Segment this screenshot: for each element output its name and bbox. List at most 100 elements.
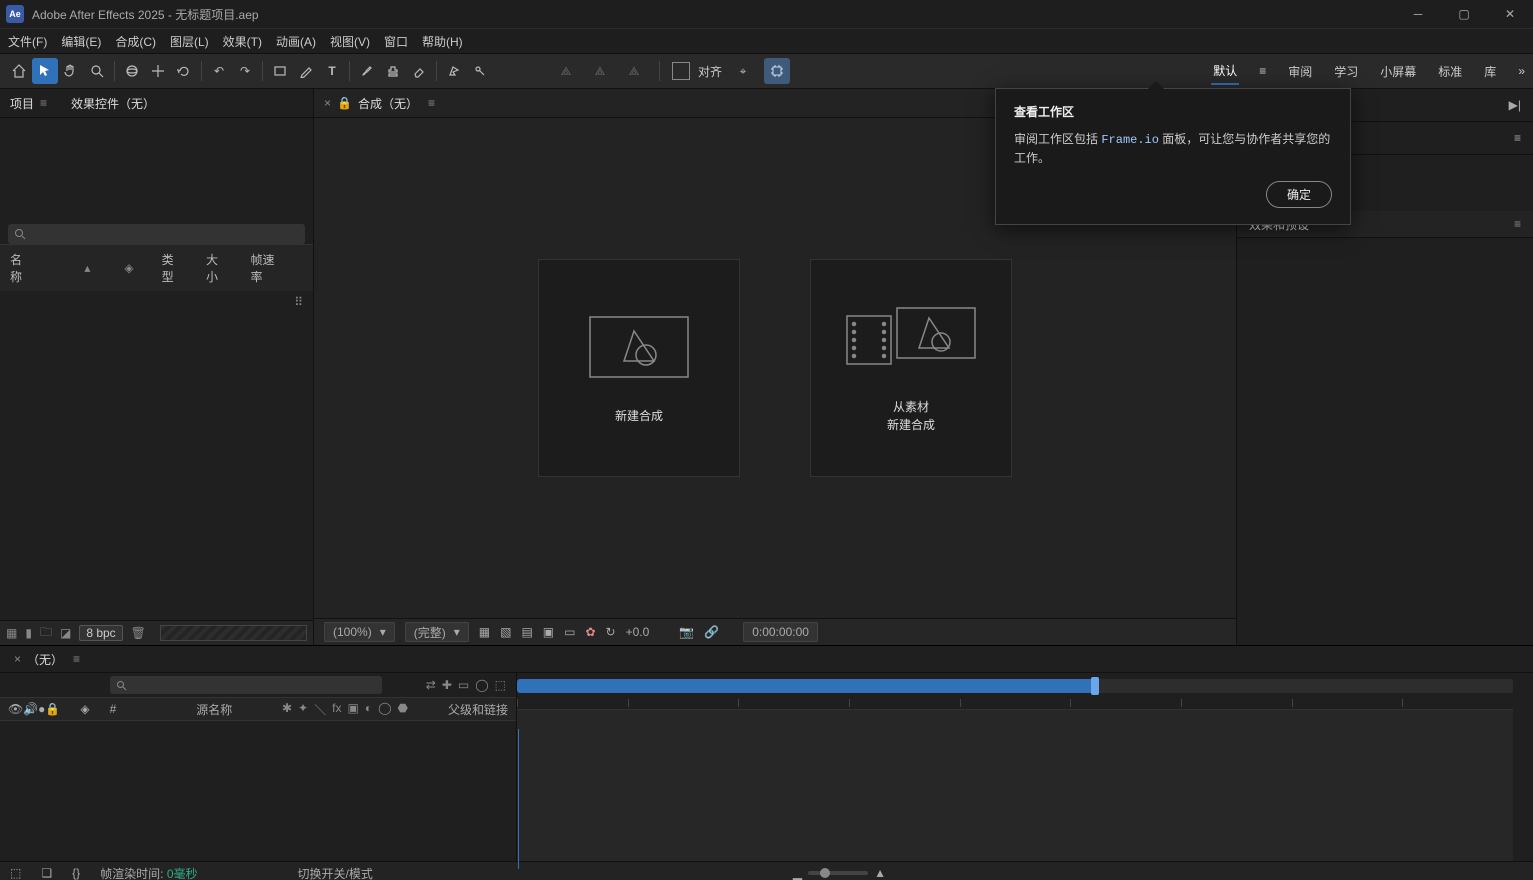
menu-窗口[interactable]: 窗口: [384, 33, 408, 50]
window-minimize-button[interactable]: ─: [1395, 0, 1441, 28]
timeline-search-input[interactable]: [110, 676, 382, 694]
workspace-默认[interactable]: 默认: [1211, 58, 1239, 85]
workspace-overflow-icon[interactable]: »: [1516, 60, 1527, 82]
menu-效果(T)[interactable]: 效果(T): [223, 33, 262, 50]
work-area-handle[interactable]: [1091, 677, 1099, 695]
timeline-menu-icon[interactable]: ≡: [73, 652, 80, 666]
menu-动画(A)[interactable]: 动画(A): [276, 33, 316, 50]
toggle-modes-icon[interactable]: ❏: [41, 866, 52, 880]
menu-视图(V)[interactable]: 视图(V): [330, 33, 370, 50]
workspace-库[interactable]: 库: [1482, 59, 1498, 84]
toggle-switches-modes[interactable]: 切换开关/模式: [298, 865, 373, 880]
panel-menu-icon[interactable]: ≡: [428, 96, 435, 110]
workspace-学习[interactable]: 学习: [1332, 59, 1360, 84]
lock-icon[interactable]: 🔒: [337, 96, 352, 110]
rectangle-tool[interactable]: [267, 58, 293, 84]
snapping-toggle[interactable]: [764, 58, 790, 84]
tl-icon-1[interactable]: ⇄: [426, 678, 436, 692]
rotate-tool[interactable]: [171, 58, 197, 84]
puppet-pin-tool[interactable]: [467, 58, 493, 84]
clone-stamp-tool[interactable]: [380, 58, 406, 84]
snap-rect-icon[interactable]: [672, 62, 690, 80]
tl-icon-3[interactable]: ▭: [458, 678, 469, 692]
hand-tool[interactable]: [58, 58, 84, 84]
orbit-tool[interactable]: [119, 58, 145, 84]
menu-编辑(E)[interactable]: 编辑(E): [61, 33, 101, 50]
new-composition-button[interactable]: 新建合成: [538, 259, 740, 477]
selection-tool[interactable]: [32, 58, 58, 84]
tl-icon-4[interactable]: ◯: [475, 678, 488, 692]
window-close-button[interactable]: ✕: [1487, 0, 1533, 28]
toggle-grid-icon[interactable]: ▣: [543, 625, 554, 639]
timeline-close-icon[interactable]: ×: [14, 652, 21, 666]
project-search-input[interactable]: [8, 224, 305, 244]
bit-depth[interactable]: 8 bpc: [79, 625, 122, 641]
menu-文件(F)[interactable]: 文件(F): [8, 33, 47, 50]
new-folder-icon[interactable]: 🗀: [40, 623, 52, 644]
sort-icon[interactable]: ▴: [84, 261, 90, 275]
menu-图层(L)[interactable]: 图层(L): [170, 33, 209, 50]
menu-合成(C)[interactable]: 合成(C): [115, 33, 156, 50]
color-mgmt-icon[interactable]: ✿: [585, 625, 595, 639]
new-comp-icon[interactable]: ◪: [60, 626, 71, 640]
zoom-out-icon[interactable]: ▁: [793, 866, 802, 880]
resolution-select[interactable]: (完整)▾: [405, 622, 469, 642]
tl-icon-5[interactable]: ⬚: [495, 678, 506, 692]
pan-behind-tool[interactable]: [145, 58, 171, 84]
magnet-icon[interactable]: ⌖: [730, 58, 756, 84]
toggle-switches-icon[interactable]: ⬚: [10, 866, 21, 880]
undo-icon[interactable]: ↶: [206, 58, 232, 84]
av-toggle-icons[interactable]: 👁🔊●🔒: [8, 702, 60, 716]
toggle-channel-icon[interactable]: ▭: [564, 625, 575, 639]
eraser-tool[interactable]: [406, 58, 432, 84]
brush-tool[interactable]: [354, 58, 380, 84]
col-framerate[interactable]: 帧速率: [250, 251, 275, 285]
time-ruler[interactable]: [517, 693, 1513, 709]
reset-exposure-icon[interactable]: ↻: [606, 625, 616, 639]
col-parent[interactable]: 父级和链接: [448, 701, 508, 718]
interpret-footage-icon[interactable]: ▦: [6, 626, 17, 640]
timeline-layer-area[interactable]: [517, 709, 1513, 861]
col-source-name[interactable]: 源名称: [196, 701, 232, 718]
exposure-value[interactable]: +0.0: [626, 625, 650, 639]
timeline-zoom-slider[interactable]: [808, 871, 868, 875]
zoom-in-icon[interactable]: ▲: [874, 866, 886, 880]
3d-axis2-icon[interactable]: ⟁: [587, 58, 613, 84]
workspace-menu-icon[interactable]: ≡: [1257, 60, 1268, 82]
flowchart-icon[interactable]: ⠿: [0, 291, 313, 313]
window-maximize-button[interactable]: ▢: [1441, 0, 1487, 28]
redo-icon[interactable]: ↷: [232, 58, 258, 84]
snapshot-icon[interactable]: 📷: [679, 625, 694, 639]
close-tab-icon[interactable]: ×: [324, 96, 331, 110]
tl-icon-2[interactable]: ✚: [442, 678, 452, 692]
pen-tool[interactable]: [293, 58, 319, 84]
workspace-标准[interactable]: 标准: [1436, 59, 1464, 84]
work-area-bar[interactable]: [517, 679, 1513, 693]
type-tool[interactable]: T: [319, 58, 345, 84]
current-time[interactable]: 0:00:00:00: [743, 622, 818, 642]
popover-ok-button[interactable]: 确定: [1266, 181, 1332, 208]
project-columns-header[interactable]: 名称 ▴ ◈ 类型 大小 帧速率: [0, 244, 313, 291]
tab-project[interactable]: 项目 ≡: [10, 95, 47, 112]
switch-icon2[interactable]: ✦: [298, 701, 308, 718]
col-size[interactable]: 大小: [206, 251, 222, 285]
roto-brush-tool[interactable]: [441, 58, 467, 84]
toggle-guides-icon[interactable]: ▤: [521, 625, 532, 639]
toggle-mask-icon[interactable]: ▧: [500, 625, 511, 639]
3d-axis3-icon[interactable]: ⟁: [621, 58, 647, 84]
current-time-indicator[interactable]: [518, 729, 519, 869]
new-bin-icon[interactable]: ▮: [25, 626, 32, 640]
trash-icon[interactable]: 🗑: [131, 626, 146, 640]
new-comp-from-footage-button[interactable]: 从素材新建合成: [810, 259, 1012, 477]
zoom-tool[interactable]: [84, 58, 110, 84]
tab-composition[interactable]: 合成（无）: [358, 95, 418, 112]
toggle-transparency-icon[interactable]: ▦: [479, 625, 490, 639]
col-type[interactable]: 类型: [162, 251, 178, 285]
menu-帮助(H)[interactable]: 帮助(H): [422, 33, 463, 50]
workspace-审阅[interactable]: 审阅: [1286, 59, 1314, 84]
3d-axis-icon[interactable]: ⟁: [553, 58, 579, 84]
home-button[interactable]: [6, 58, 32, 84]
col-name[interactable]: 名称: [10, 251, 26, 285]
workspace-小屏幕[interactable]: 小屏幕: [1378, 59, 1418, 84]
toggle-brackets-icon[interactable]: {}: [72, 866, 80, 880]
